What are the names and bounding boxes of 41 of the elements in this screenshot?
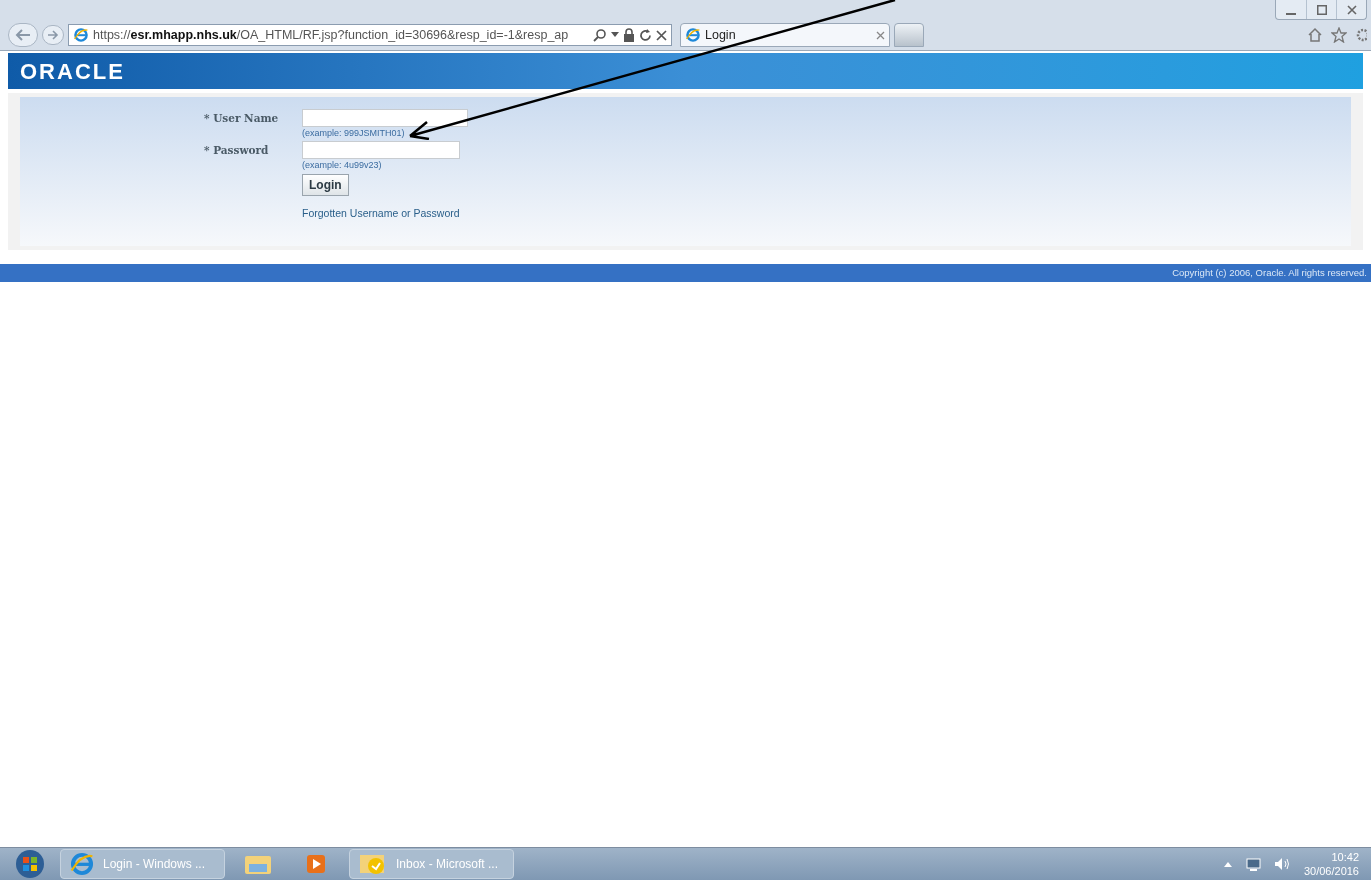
clock-date: 30/06/2016 [1303,864,1359,878]
field-label: * Password [204,142,270,158]
username-field[interactable] [302,109,468,127]
back-arrow-icon [15,29,31,41]
browser-icon [69,851,95,877]
minimize-icon [1286,12,1296,15]
forward-button[interactable] [42,25,64,45]
refresh-icon [639,28,652,42]
media-player-icon [304,852,328,876]
password-field[interactable] [302,140,460,159]
lock-icon [623,28,635,42]
browser-tab[interactable]: Login [680,23,890,47]
windows-logo-icon [15,849,45,879]
tab-title: Login [705,26,736,44]
browser-icon [73,27,89,43]
copyright-text: Copyright (c) 2006, Oracle. All rights reserved. [1172,265,1367,280]
login-button[interactable]: Login [302,174,349,196]
back-button[interactable] [8,23,38,47]
search-icon [593,28,607,42]
oracle-logo: ORACLE [20,57,125,86]
network-icon [1243,856,1262,872]
show-hidden-icons-icon [1223,861,1232,867]
forward-arrow-icon [47,30,59,40]
close-tab-icon [876,30,885,40]
restore-icon [1316,4,1327,15]
new-tab-button[interactable] [894,23,924,47]
close-icon [656,29,667,41]
address-bar[interactable]: https://esr.mhapp.nhs.uk/OA_HTML/RF.jsp?function_id=30696&resp_id=-1&resp_ap [68,24,672,46]
settings-icon [1355,27,1367,43]
forgot-password-link[interactable]: Forgotten Username or Password [302,206,1351,222]
clock-time: 10:42 [1331,850,1359,864]
field-hint: (example: 999JSMITH01) [302,127,406,140]
browser-icon [685,27,701,43]
volume-icon [1273,857,1292,871]
home-icon [1307,27,1323,43]
dropdown-caret-icon [611,32,619,38]
close-icon [1346,4,1357,15]
url-text: https://esr.mhapp.nhs.uk/OA_HTML/RF.jsp?function_id=30696&resp_id=-1&resp_ap [93,26,569,44]
field-label: * User Name [204,111,280,126]
field-hint: (example: 4u99v23) [302,158,383,172]
star-icon [1331,27,1347,43]
